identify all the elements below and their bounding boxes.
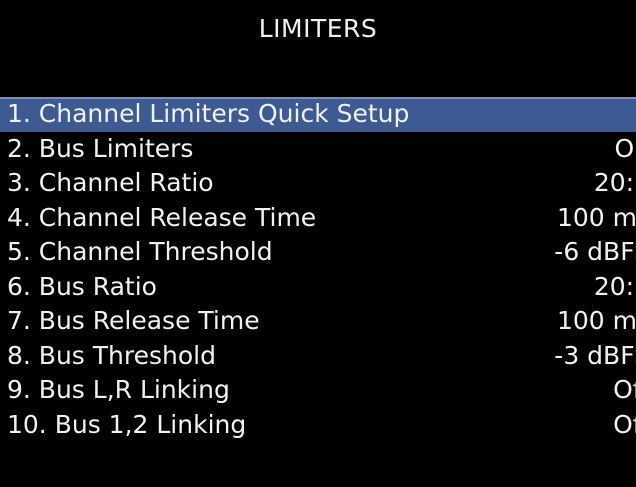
menu-item-value: On xyxy=(614,133,636,163)
menu-item-bus-release-time[interactable]: 7. Bus Release Time 100 ms xyxy=(0,304,636,339)
menu-item-value: -3 dBFS xyxy=(554,340,636,370)
limiters-screen: LIMITERS 1. Channel Limiters Quick Setup… xyxy=(0,0,636,487)
menu-item-bus-limiters[interactable]: 2. Bus Limiters On xyxy=(0,132,636,167)
menu-item-bus-threshold[interactable]: 8. Bus Threshold -3 dBFS xyxy=(0,339,636,374)
menu-item-label: 8. Bus Threshold xyxy=(7,340,216,370)
menu-item-label: 3. Channel Ratio xyxy=(7,168,214,197)
menu-item-label: 6. Bus Ratio xyxy=(7,271,157,301)
menu-item-value: 20:1 xyxy=(593,168,636,197)
screen-title: LIMITERS xyxy=(258,14,378,43)
menu-item-value: 20:1 xyxy=(593,271,636,301)
menu-item-label: 7. Bus Release Time xyxy=(7,306,260,335)
menu-item-label: 10. Bus 1,2 Linking xyxy=(7,409,247,439)
menu-item-bus-12-linking[interactable]: 10. Bus 1,2 Linking Off xyxy=(0,408,636,443)
menu-item-label: 2. Bus Limiters xyxy=(7,133,194,163)
menu-item-channel-release-time[interactable]: 4. Channel Release Time 100 ms xyxy=(0,201,636,236)
menu-item-value: 100 ms xyxy=(556,306,636,335)
menu-item-label: 9. Bus L,R Linking xyxy=(7,375,230,404)
menu-item-channel-limiters-quick-setup[interactable]: 1. Channel Limiters Quick Setup xyxy=(0,97,636,132)
menu-item-channel-threshold[interactable]: 5. Channel Threshold -6 dBFS xyxy=(0,235,636,270)
menu-item-bus-lr-linking[interactable]: 9. Bus L,R Linking Off xyxy=(0,373,636,408)
menu-item-label: 5. Channel Threshold xyxy=(7,237,273,266)
menu-item-value: Off xyxy=(613,375,636,404)
menu-item-value: 100 ms xyxy=(556,202,636,232)
limiters-menu: 1. Channel Limiters Quick Setup 2. Bus L… xyxy=(0,97,636,442)
menu-item-value: Off xyxy=(613,409,636,439)
menu-item-label: 1. Channel Limiters Quick Setup xyxy=(7,99,410,128)
menu-item-bus-ratio[interactable]: 6. Bus Ratio 20:1 xyxy=(0,270,636,305)
menu-item-label: 4. Channel Release Time xyxy=(7,202,317,232)
menu-item-channel-ratio[interactable]: 3. Channel Ratio 20:1 xyxy=(0,166,636,201)
menu-item-value: -6 dBFS xyxy=(554,237,636,266)
